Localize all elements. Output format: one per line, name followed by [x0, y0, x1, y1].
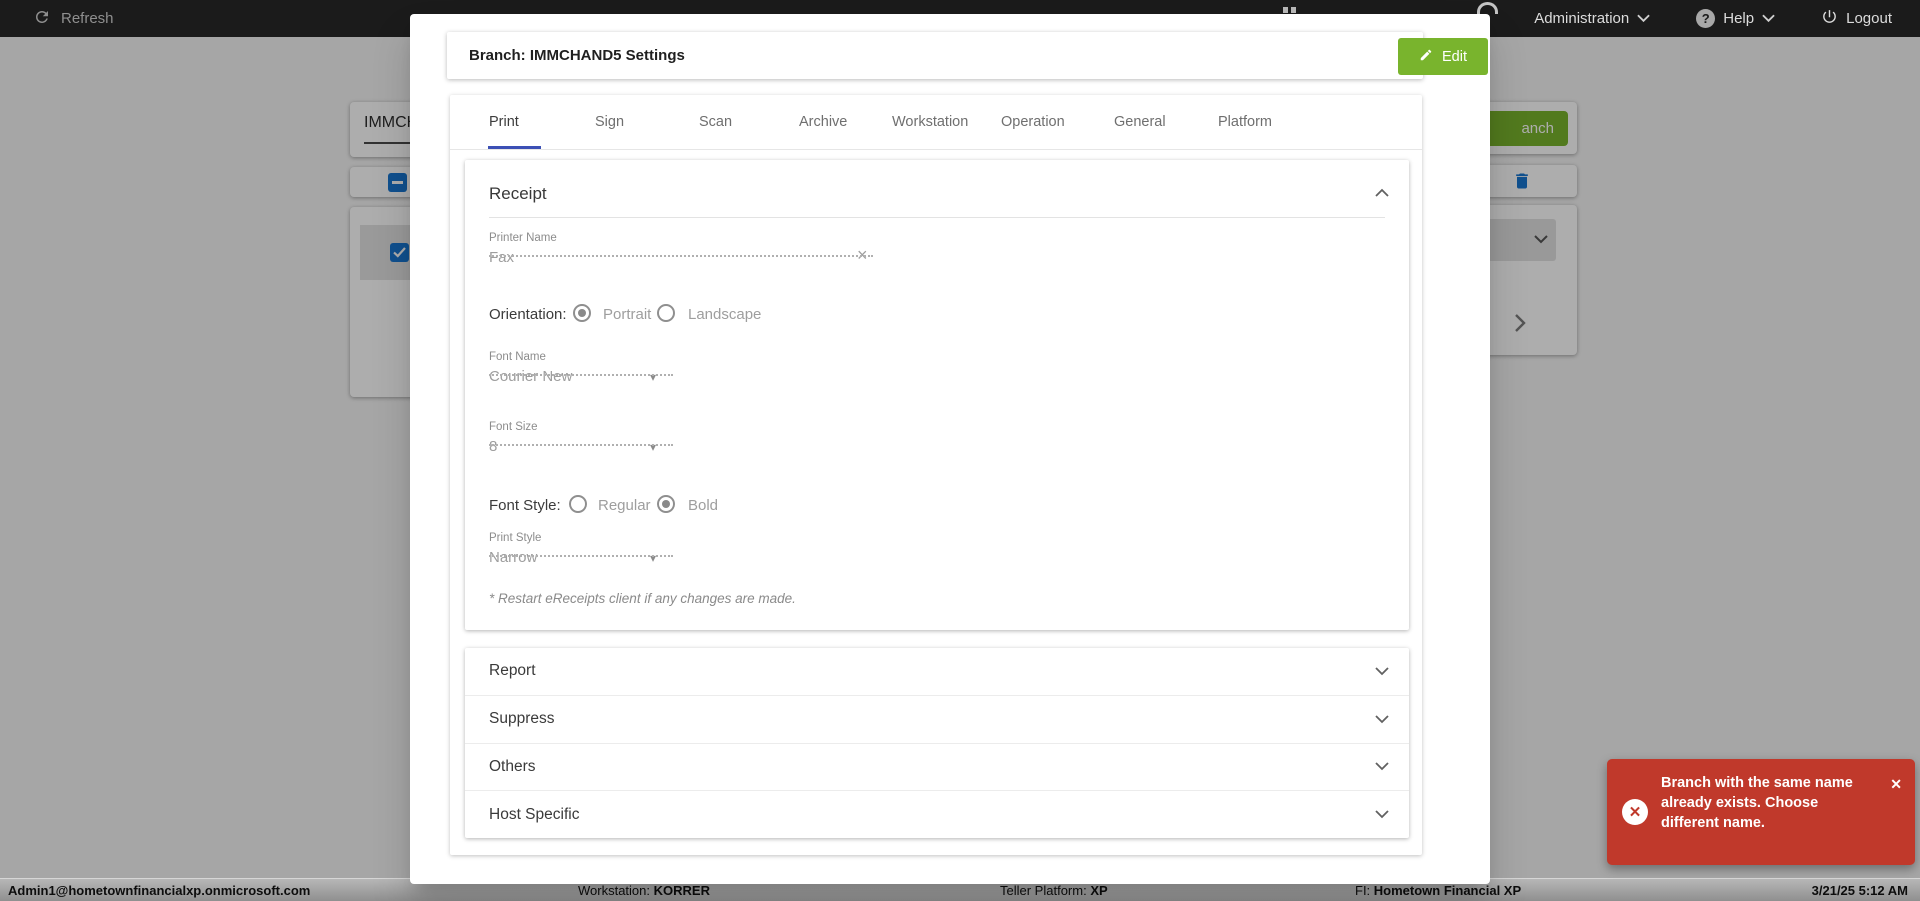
- font-size-label: Font Size: [489, 421, 538, 433]
- active-tab-indicator: [488, 146, 541, 149]
- branch-settings-modal: Branch: IMMCHAND5 Settings Edit Print Si…: [410, 14, 1490, 884]
- tab-platform[interactable]: Platform: [1218, 95, 1272, 150]
- font-style-label: Font Style:: [489, 497, 561, 514]
- dropdown-arrow-icon: ▾: [650, 551, 656, 565]
- refresh-icon: [33, 8, 51, 30]
- chevron-down-icon: [1762, 14, 1775, 23]
- section-others-label: Others: [489, 758, 1375, 776]
- workstation-label: Workstation:: [578, 883, 654, 898]
- workstation-value: KORRER: [654, 883, 710, 898]
- section-others[interactable]: Others: [465, 743, 1409, 791]
- fi-value: Hometown Financial XP: [1374, 883, 1521, 898]
- partial-icon-fragment: [1283, 7, 1297, 13]
- status-datetime: 3/21/25 5:12 AM: [1812, 883, 1908, 898]
- restart-note: * Restart eReceipts client if any change…: [489, 591, 796, 606]
- modal-header: Branch: IMMCHAND5 Settings: [447, 32, 1423, 79]
- field-underline: [489, 555, 673, 557]
- tab-general[interactable]: General: [1114, 95, 1166, 150]
- print-style-value: Narrow: [489, 549, 537, 566]
- tab-archive[interactable]: Archive: [799, 95, 847, 150]
- orientation-label: Orientation:: [489, 306, 567, 323]
- field-underline: [489, 444, 673, 446]
- error-toast: ✕ Branch with the same name already exis…: [1607, 759, 1915, 865]
- refresh-button[interactable]: Refresh: [33, 0, 114, 37]
- fi-label: FI:: [1355, 883, 1374, 898]
- font-size-value: 8: [489, 438, 497, 455]
- tab-scan[interactable]: Scan: [699, 95, 732, 150]
- power-icon: [1821, 8, 1838, 29]
- section-host-specific[interactable]: Host Specific: [465, 790, 1409, 838]
- help-menu[interactable]: ? Help: [1696, 9, 1775, 28]
- dropdown-arrow-icon: ▾: [650, 370, 656, 384]
- section-report-label: Report: [489, 662, 1375, 680]
- font-name-label: Font Name: [489, 351, 546, 363]
- section-host-specific-label: Host Specific: [489, 806, 1375, 824]
- chevron-down-icon: [1375, 715, 1389, 724]
- teller-platform-value: XP: [1090, 883, 1107, 898]
- radio-bold: [657, 495, 675, 513]
- chevron-down-icon: [1375, 762, 1389, 771]
- edit-button-label: Edit: [1442, 49, 1467, 65]
- radio-landscape: [657, 304, 675, 322]
- chevron-up-icon[interactable]: [1375, 184, 1389, 202]
- tab-print[interactable]: Print: [489, 95, 519, 150]
- print-style-label: Print Style: [489, 532, 541, 544]
- printer-name-label: Printer Name: [489, 232, 557, 244]
- font-name-value: Courier New: [489, 368, 572, 385]
- modal-title: Branch: IMMCHAND5 Settings: [469, 47, 685, 64]
- chevron-down-icon: [1375, 667, 1389, 676]
- status-user: Admin1@hometownfinancialxp.onmicrosoft.c…: [8, 883, 310, 898]
- radio-portrait: [573, 304, 591, 322]
- teller-platform-label: Teller Platform:: [1000, 883, 1090, 898]
- field-underline: [489, 374, 673, 376]
- status-teller-platform: Teller Platform: XP: [1000, 883, 1108, 898]
- divider: [489, 217, 1385, 218]
- settings-content-card: Print Sign Scan Archive Workstation Oper…: [450, 95, 1422, 855]
- logout-button[interactable]: Logout: [1821, 8, 1892, 29]
- status-workstation: Workstation: KORRER: [578, 883, 710, 898]
- section-suppress-label: Suppress: [489, 710, 1375, 728]
- radio-landscape-label: Landscape: [688, 306, 761, 323]
- section-report[interactable]: Report: [465, 648, 1409, 695]
- receipt-section-title[interactable]: Receipt: [489, 184, 547, 204]
- chevron-down-icon: [1637, 14, 1650, 23]
- dropdown-arrow-icon: ▾: [650, 440, 656, 454]
- refresh-label: Refresh: [61, 10, 114, 27]
- section-suppress[interactable]: Suppress: [465, 695, 1409, 743]
- administration-label: Administration: [1534, 10, 1629, 27]
- receipt-panel: Receipt Printer Name Fax × Orientation: …: [465, 160, 1409, 630]
- toast-close-button[interactable]: ✕: [1890, 777, 1902, 791]
- tab-workstation[interactable]: Workstation: [892, 95, 968, 150]
- help-label: Help: [1723, 10, 1754, 27]
- logout-label: Logout: [1846, 10, 1892, 27]
- radio-portrait-label: Portrait: [603, 306, 651, 323]
- radio-regular-label: Regular: [598, 497, 651, 514]
- field-underline: [489, 255, 873, 257]
- tab-bar: Print Sign Scan Archive Workstation Oper…: [450, 95, 1422, 150]
- collapsed-sections-panel: Report Suppress Others Host Specific: [465, 648, 1409, 838]
- chevron-down-icon: [1375, 810, 1389, 819]
- printer-name-value: Fax: [489, 249, 514, 266]
- administration-menu[interactable]: Administration: [1534, 10, 1650, 27]
- tab-operation[interactable]: Operation: [1001, 95, 1065, 150]
- toast-message: Branch with the same name already exists…: [1661, 773, 1867, 833]
- edit-button[interactable]: Edit: [1398, 38, 1488, 75]
- error-icon: ✕: [1622, 799, 1648, 825]
- pencil-icon: [1419, 48, 1433, 66]
- help-icon: ?: [1696, 9, 1715, 28]
- status-fi: FI: Hometown Financial XP: [1355, 883, 1521, 898]
- tab-sign[interactable]: Sign: [595, 95, 624, 150]
- radio-regular: [569, 495, 587, 513]
- radio-bold-label: Bold: [688, 497, 718, 514]
